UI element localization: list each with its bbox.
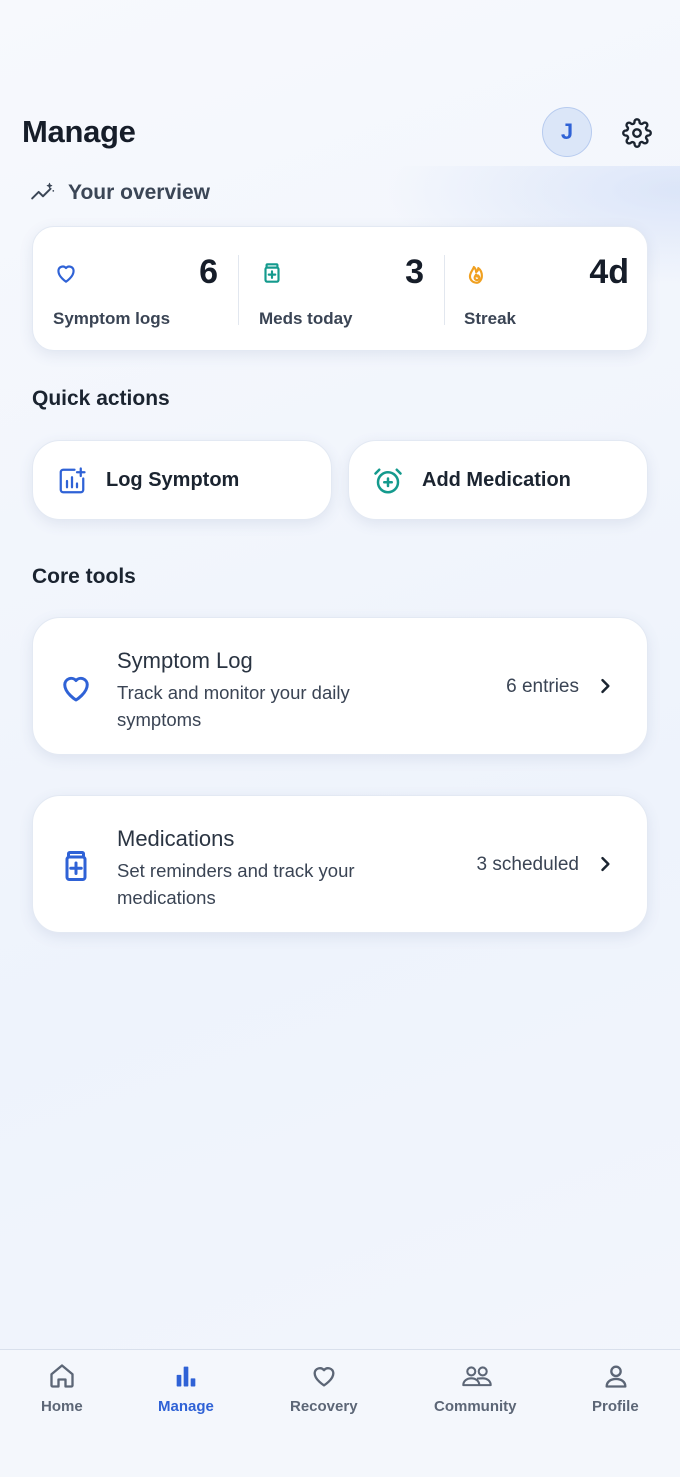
nav-recovery[interactable]: Recovery [284, 1350, 364, 1430]
nav-manage[interactable]: Manage [146, 1350, 226, 1430]
person-icon [605, 1365, 627, 1388]
stat-meds-today[interactable]: 3 Meds today [239, 227, 444, 352]
people-icon [462, 1366, 492, 1387]
chevron-right-icon [601, 678, 610, 694]
add-medication-button[interactable]: Add Medication [348, 440, 648, 520]
alarm-add-icon [374, 468, 402, 494]
chart-add-icon [59, 467, 86, 494]
stat-label: Symptom logs [53, 309, 171, 328]
nav-community[interactable]: Community [434, 1350, 524, 1430]
trend-icon [31, 182, 55, 200]
core-tools-heading: Core tools [32, 565, 136, 588]
flame-icon [468, 265, 483, 284]
overview-card: 6 Symptom logs 3 Meds today 4d Streak [32, 226, 648, 351]
stat-label: Meds today [259, 309, 353, 328]
nav-label: Manage [158, 1398, 214, 1415]
bottom-nav: Home Manage Recovery Community Profile [0, 1349, 680, 1477]
heart-icon [57, 265, 75, 283]
log-symptom-label: Log Symptom [106, 469, 240, 491]
home-icon [50, 1364, 74, 1388]
nav-label: Home [41, 1398, 83, 1415]
stat-symptom-logs[interactable]: 6 Symptom logs [33, 227, 238, 352]
page-title: Manage [22, 114, 136, 149]
header: Manage J [0, 100, 680, 166]
tool-description: Set reminders and track your medications [117, 860, 355, 908]
nav-profile[interactable]: Profile [584, 1350, 654, 1430]
log-symptom-button[interactable]: Log Symptom [32, 440, 332, 520]
tool-title: Symptom Log [117, 648, 253, 673]
heart-icon [63, 676, 89, 702]
medicine-bottle-icon [264, 263, 280, 283]
stat-value: 4d [589, 253, 629, 291]
stat-streak[interactable]: 4d Streak [444, 227, 649, 352]
overview-title: Your overview [68, 181, 210, 204]
stat-value: 3 [405, 253, 424, 291]
chevron-right-icon [601, 856, 610, 872]
nav-label: Profile [592, 1398, 639, 1415]
nav-label: Community [434, 1398, 517, 1415]
quick-actions-heading: Quick actions [32, 387, 170, 410]
stat-label: Streak [464, 309, 516, 328]
tool-title: Medications [117, 826, 235, 851]
gear-icon[interactable] [622, 118, 652, 148]
medications-card[interactable]: Medications Set reminders and track your… [32, 795, 648, 933]
heart-icon [313, 1367, 335, 1387]
avatar[interactable]: J [542, 107, 592, 157]
add-medication-label: Add Medication [422, 469, 571, 491]
bar-chart-icon [176, 1366, 196, 1387]
stat-value: 6 [199, 253, 218, 291]
symptom-log-card[interactable]: Symptom Log Track and monitor your daily… [32, 617, 648, 755]
tool-description: Track and monitor your daily symptoms [117, 682, 350, 730]
nav-home[interactable]: Home [22, 1350, 102, 1430]
nav-label: Recovery [290, 1398, 358, 1415]
medicine-bottle-icon [65, 851, 87, 881]
tool-count: 3 scheduled [476, 854, 579, 875]
tool-count: 6 entries [506, 676, 579, 697]
overview-heading: Your overview [30, 180, 210, 206]
